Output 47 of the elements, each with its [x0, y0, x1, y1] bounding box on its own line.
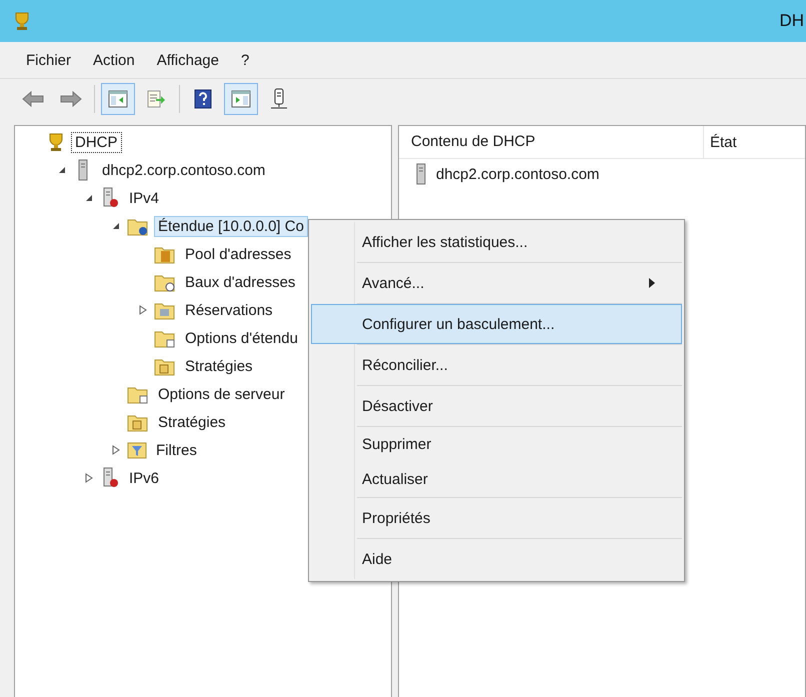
back-arrow-icon — [22, 90, 44, 108]
tree-item[interactable]: Filtres — [152, 440, 201, 460]
collapse-icon[interactable] — [112, 222, 120, 230]
panel-icon — [231, 90, 251, 108]
tree-item[interactable]: Options de serveur — [154, 384, 289, 404]
help-icon — [194, 89, 212, 109]
menu-item[interactable]: Action — [83, 48, 145, 72]
menu-item[interactable]: Réconcilier... — [311, 345, 682, 385]
tree-item[interactable]: Étendue [10.0.0.0] Co — [154, 216, 308, 236]
column-header[interactable]: Contenu de DHCP — [399, 126, 704, 158]
tree-item[interactable]: Pool d'adresses — [181, 244, 296, 264]
tree-item[interactable]: Options d'étendu — [181, 328, 302, 348]
menu-item[interactable]: Fichier — [16, 48, 82, 72]
panel-icon — [108, 90, 128, 108]
menu-item[interactable]: Désactiver — [311, 386, 682, 426]
menu-item[interactable]: Propriétés — [311, 498, 682, 538]
menu-item[interactable]: Actualiser — [311, 462, 682, 497]
window-title: DH — [779, 11, 804, 31]
tree-item[interactable]: IPv6 — [125, 468, 164, 488]
tree-item[interactable]: IPv4 — [125, 188, 164, 208]
tree-item[interactable]: Réservations — [181, 300, 277, 320]
menu-item[interactable]: Affichage — [146, 48, 229, 72]
menu-item[interactable]: Supprimer — [311, 427, 682, 462]
collapse-icon[interactable] — [58, 166, 66, 174]
export-icon — [146, 90, 166, 108]
expand-icon[interactable] — [112, 445, 120, 455]
menu-item[interactable]: Afficher les statistiques... — [311, 222, 682, 262]
column-header[interactable]: État — [704, 134, 737, 150]
collapse-icon[interactable] — [85, 194, 93, 202]
forward-arrow-icon — [60, 90, 82, 108]
tree-item[interactable]: dhcp2.corp.contoso.com — [98, 160, 270, 180]
expand-icon[interactable] — [85, 473, 93, 483]
expand-icon[interactable] — [139, 305, 147, 315]
submenu-arrow-icon — [649, 278, 655, 288]
menu-item[interactable]: Aide — [311, 539, 682, 579]
menu-item[interactable]: Configurer un basculement... — [311, 304, 682, 344]
action-pane-button[interactable] — [224, 83, 258, 115]
filter-icon — [127, 440, 147, 460]
tree-item[interactable]: DHCP — [71, 132, 122, 152]
menu-item[interactable]: ? — [231, 48, 260, 72]
server-icon — [270, 88, 288, 110]
menu-item[interactable]: Avancé... — [311, 263, 682, 303]
list-item[interactable]: dhcp2.corp.contoso.com — [436, 166, 600, 182]
tree-item[interactable]: Stratégies — [181, 356, 257, 376]
tree-item[interactable]: Baux d'adresses — [181, 272, 300, 292]
console-tree-button[interactable] — [101, 83, 135, 115]
tree-item[interactable]: Stratégies — [154, 412, 230, 432]
